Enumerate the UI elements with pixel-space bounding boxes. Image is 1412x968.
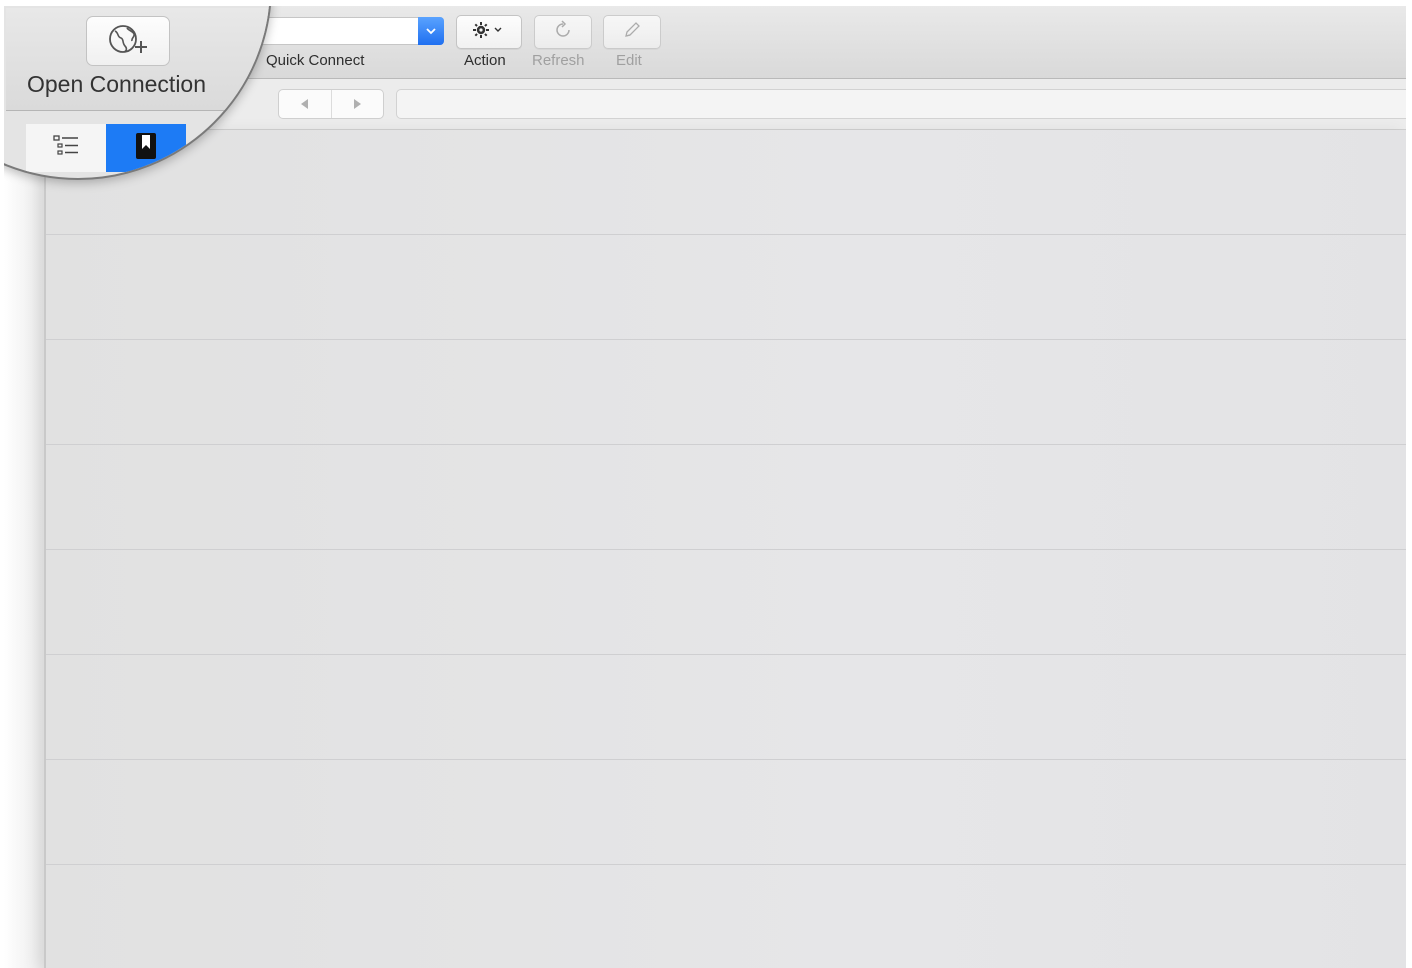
row-divider xyxy=(46,234,1406,235)
sidebar-tabs xyxy=(26,124,186,172)
open-connection-button[interactable] xyxy=(86,16,170,66)
quick-connect-label: Quick Connect xyxy=(266,52,365,69)
action-button[interactable] xyxy=(456,15,522,49)
tab-outline-view[interactable] xyxy=(26,124,106,172)
refresh-label: Refresh xyxy=(532,52,585,69)
navigation-segment xyxy=(278,89,384,119)
open-connection-label: Open Connection xyxy=(27,71,207,97)
magnified-toolbar: Open Connection xyxy=(6,8,270,111)
chevron-down-icon[interactable] xyxy=(418,17,444,45)
edit-button[interactable] xyxy=(603,15,661,49)
magnified-region: Open Connection xyxy=(6,8,270,178)
action-label: Action xyxy=(464,52,506,69)
pencil-icon xyxy=(621,19,643,46)
app-window: Quick Connect Action Refresh Edit Open C… xyxy=(4,6,1406,968)
globe-plus-icon xyxy=(105,21,151,62)
outline-list-icon xyxy=(51,132,81,165)
quick-connect-combo[interactable] xyxy=(244,17,444,45)
forward-arrow-icon[interactable] xyxy=(330,90,384,118)
row-divider xyxy=(46,444,1406,445)
row-divider xyxy=(46,549,1406,550)
bookmark-list[interactable] xyxy=(44,130,1406,968)
row-divider xyxy=(46,864,1406,865)
refresh-icon xyxy=(552,19,574,46)
row-divider xyxy=(46,654,1406,655)
sidebar-edge xyxy=(4,130,44,968)
magnifier-callout: Open Connection xyxy=(4,6,272,180)
bookmark-icon xyxy=(133,131,159,166)
tab-bookmarks-view[interactable] xyxy=(106,124,186,172)
refresh-button[interactable] xyxy=(534,15,592,49)
edit-label: Edit xyxy=(616,52,642,69)
row-divider xyxy=(46,339,1406,340)
gear-icon xyxy=(472,21,506,44)
path-field[interactable] xyxy=(396,89,1406,119)
back-arrow-icon[interactable] xyxy=(279,90,331,118)
row-divider xyxy=(46,759,1406,760)
